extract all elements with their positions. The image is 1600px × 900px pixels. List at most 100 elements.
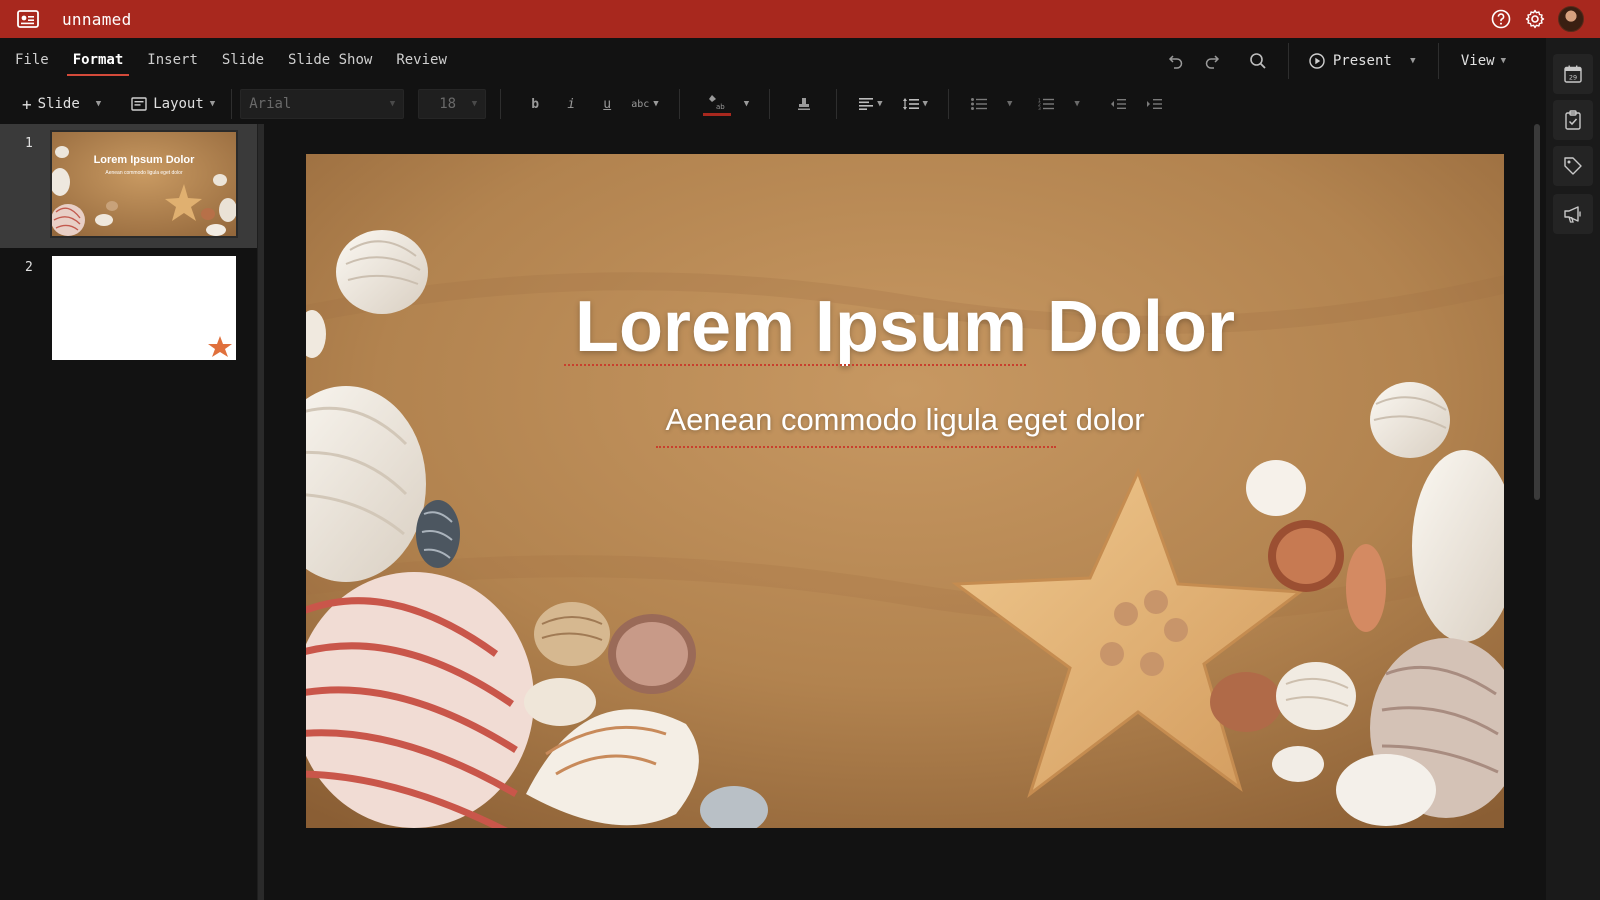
stamp-icon	[798, 98, 811, 110]
svg-text:29: 29	[1569, 74, 1577, 82]
bullet-list-icon	[970, 98, 987, 110]
divider	[231, 89, 233, 119]
new-slide-label: Slide	[37, 96, 80, 112]
font-size-value: 18	[439, 96, 457, 112]
caret-down-icon: ▼	[95, 99, 102, 109]
calendar-icon: 29	[1564, 65, 1582, 83]
italic-button[interactable]: i	[553, 89, 589, 119]
slide-title-text[interactable]: Lorem Ipsum Dolor	[306, 286, 1504, 368]
slide-thumbnail-2[interactable]: 2	[0, 248, 257, 372]
slide-editor-canvas: Lorem Ipsum Dolor Aenean commodo ligula …	[264, 124, 1546, 900]
font-size-select[interactable]: 18 ▼	[418, 89, 487, 119]
announcements-button[interactable]	[1553, 194, 1593, 234]
numbered-list-dropdown[interactable]: 123 ▼	[1032, 89, 1085, 119]
caret-down-icon: ▼	[743, 99, 750, 109]
user-avatar[interactable]	[1558, 6, 1584, 32]
menu-slide-show[interactable]: Slide Show	[288, 52, 372, 76]
divider	[947, 89, 949, 119]
menu-file[interactable]: File	[15, 52, 49, 76]
right-side-rail: 29	[1546, 38, 1600, 900]
clear-format-button[interactable]	[786, 89, 822, 119]
underline-button[interactable]: u	[589, 89, 625, 119]
megaphone-icon	[1564, 206, 1581, 223]
caret-down-icon: ▼	[922, 99, 928, 109]
slide-thumbnail-1[interactable]: 1 Lorem Ipsum Dolor Aenean commodo ligul…	[0, 124, 257, 248]
slide-1-thumbnail-title: Lorem Ipsum Dolor	[93, 154, 195, 166]
search-icon	[1250, 53, 1266, 69]
bullet-list-dropdown[interactable]: ▼	[965, 89, 1018, 119]
caret-down-icon: ▼	[471, 99, 478, 109]
bold-button[interactable]: b	[517, 89, 553, 119]
slide-subtitle-text[interactable]: Aenean commodo ligula eget dolor	[306, 402, 1504, 438]
divider	[836, 89, 838, 119]
divider	[769, 89, 771, 119]
current-slide[interactable]: Lorem Ipsum Dolor Aenean commodo ligula …	[306, 154, 1504, 828]
numbered-list-icon: 123	[1038, 98, 1055, 110]
calendar-button[interactable]: 29	[1553, 54, 1593, 94]
layout-icon	[131, 97, 147, 111]
layout-label: Layout	[153, 96, 204, 112]
slide-1-preview[interactable]: Lorem Ipsum Dolor Aenean commodo ligula …	[50, 130, 238, 238]
clipboard-check-icon	[1565, 110, 1581, 130]
svg-text:3: 3	[1038, 106, 1041, 110]
line-spacing-icon	[902, 98, 919, 110]
present-button[interactable]: Present	[1301, 53, 1400, 69]
increase-indent-button[interactable]	[1136, 89, 1172, 119]
slide-1-thumbnail-subtitle: Aenean commodo ligula eget dolor	[105, 170, 183, 176]
present-label: Present	[1332, 53, 1392, 69]
italic-icon: i	[567, 96, 576, 112]
decrease-indent-button[interactable]	[1100, 89, 1136, 119]
tags-button[interactable]	[1553, 146, 1593, 186]
slide-2-preview[interactable]	[52, 256, 236, 360]
strikethrough-abc-icon: abc	[631, 98, 650, 110]
caret-down-icon: ▼	[653, 99, 659, 109]
caret-down-icon: ▼	[1006, 99, 1013, 109]
menu-insert[interactable]: Insert	[147, 52, 198, 76]
redo-button[interactable]	[1194, 46, 1230, 76]
sand-seashells-thumbnail-image	[52, 132, 236, 236]
layout-button[interactable]: Layout ▼	[123, 89, 223, 119]
font-family-select[interactable]: Arial ▼	[240, 89, 405, 119]
title-bar: unnamed	[0, 0, 1600, 38]
play-circle-icon	[1309, 53, 1325, 69]
canvas-vertical-scrollbar[interactable]	[1534, 124, 1540, 500]
sand-seashells-background-image	[306, 154, 1504, 828]
caret-down-icon: ▼	[1500, 56, 1506, 66]
divider	[1437, 43, 1439, 79]
menu-format[interactable]: Format	[66, 52, 130, 76]
svg-text:ab: ab	[716, 103, 725, 111]
text-align-dropdown[interactable]: ▼	[853, 89, 888, 119]
undo-icon	[1168, 55, 1183, 69]
font-color-icon: ab	[702, 89, 732, 119]
slide-number: 1	[25, 136, 33, 151]
format-toolbar: + Slide ▼ Layout ▼ Arial ▼ 18 ▼ b i u ab…	[0, 84, 1546, 124]
view-menu-button[interactable]: View ▼	[1451, 53, 1516, 69]
caret-down-icon: ▼	[1074, 99, 1080, 109]
plus-icon: +	[22, 94, 32, 114]
menu-review[interactable]: Review	[396, 52, 447, 76]
slide-thumbnails-panel: 1 Lorem Ipsum Dolor Aenean commodo ligul…	[0, 124, 258, 900]
font-family-value: Arial	[249, 96, 292, 112]
bold-icon: b	[531, 96, 540, 112]
align-left-icon	[859, 98, 874, 110]
caret-down-icon: ▼	[209, 99, 216, 109]
font-color-dropdown[interactable]: ab ▼	[696, 89, 755, 119]
settings-gear-icon[interactable]	[1524, 8, 1546, 30]
search-button[interactable]	[1240, 46, 1276, 76]
text-style-dropdown[interactable]: abc ▼	[625, 89, 664, 119]
undo-button[interactable]	[1158, 46, 1194, 76]
document-title[interactable]: unnamed	[62, 10, 132, 29]
spellcheck-underline	[656, 446, 1056, 448]
divider	[1287, 43, 1289, 79]
new-slide-button[interactable]: + Slide ▼	[14, 89, 109, 119]
help-icon[interactable]	[1490, 8, 1512, 30]
starfish-decoration-icon	[208, 336, 232, 357]
tag-icon	[1564, 157, 1582, 175]
caret-down-icon: ▼	[1410, 56, 1416, 66]
menu-slide[interactable]: Slide	[222, 52, 264, 76]
app-logo-icon[interactable]	[16, 9, 40, 29]
present-options-dropdown[interactable]: ▼	[1400, 46, 1426, 76]
line-spacing-dropdown[interactable]: ▼	[897, 89, 934, 119]
tasks-button[interactable]	[1553, 100, 1593, 140]
view-label: View	[1460, 53, 1495, 69]
